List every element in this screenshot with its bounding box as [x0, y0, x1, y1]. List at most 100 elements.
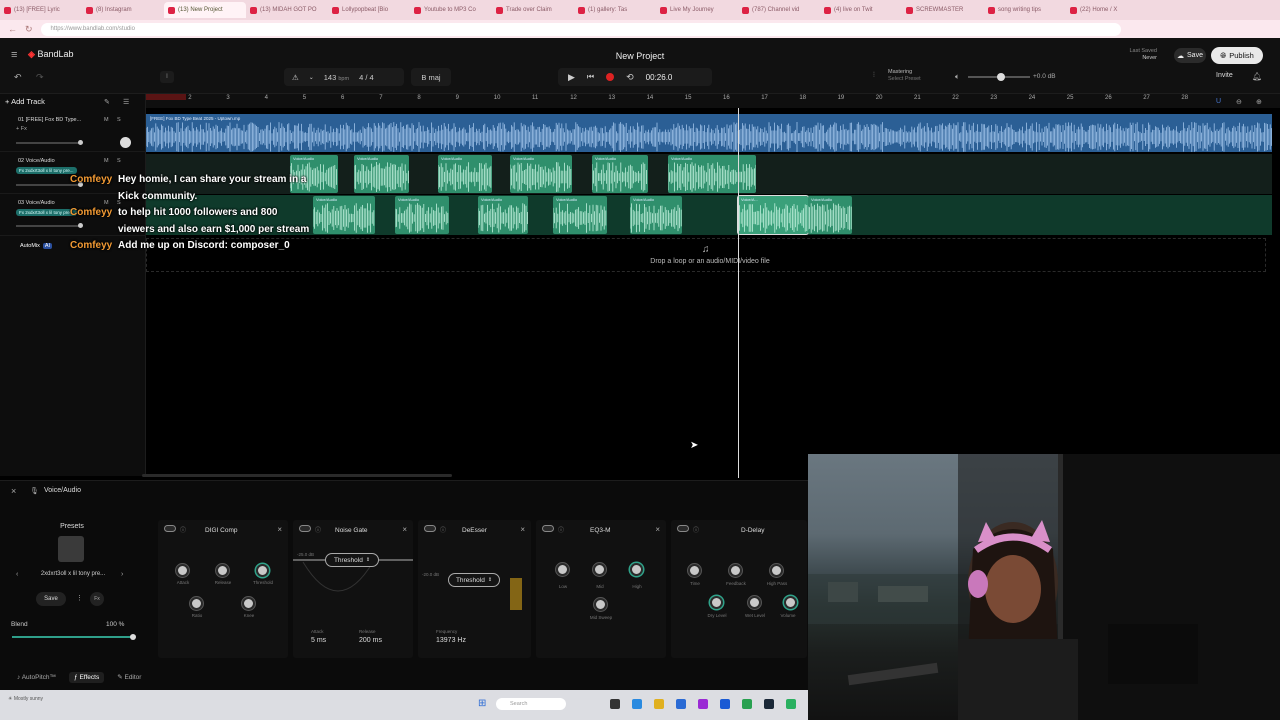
windows-start-icon[interactable]: ⊞	[478, 698, 486, 709]
preset-save-button[interactable]: Save	[36, 592, 66, 606]
browser-tab[interactable]: (13) [FREE] Lyric	[0, 2, 82, 18]
chevron-right-icon[interactable]: ›	[121, 571, 123, 578]
browser-tab[interactable]: Lollypopbeat [Bio	[328, 2, 410, 18]
info-icon[interactable]: ⓘ	[315, 525, 321, 534]
browser-tab[interactable]: (787) Channel vid	[738, 2, 820, 18]
threshold-pill[interactable]: Threshold ⇕	[325, 553, 379, 567]
time-knob[interactable]	[688, 564, 701, 577]
track-fx-badge[interactable]: Fx 2xdxrt3oll x lil tony pre...	[16, 167, 77, 174]
fx-toggle[interactable]	[299, 525, 311, 532]
file-explorer-icon[interactable]	[654, 699, 664, 709]
fx-toggle[interactable]	[677, 525, 689, 532]
track-fx-add[interactable]: + Fx	[16, 126, 27, 132]
horizontal-scrollbar[interactable]	[142, 474, 452, 477]
close-icon[interactable]: ×	[402, 525, 407, 534]
track-header-1[interactable]: 01 [FREE] Fox BD Type... + Fx M S	[0, 112, 146, 152]
browser-tab[interactable]: Live My Journey	[656, 2, 738, 18]
zoom-out-icon[interactable]: ⊖	[1236, 98, 1242, 106]
more-options-icon[interactable]: ⋮	[76, 594, 83, 602]
task-view-icon[interactable]	[610, 699, 620, 709]
app-icon[interactable]	[786, 699, 796, 709]
solo-button[interactable]: S	[117, 158, 121, 164]
steam-icon[interactable]	[764, 699, 774, 709]
fader-handle[interactable]	[78, 140, 83, 145]
close-icon[interactable]: ×	[277, 525, 282, 534]
frequency-value[interactable]: 13973 Hz	[436, 637, 466, 644]
undo-icon[interactable]: ↶	[14, 72, 22, 83]
save-button[interactable]: ☁ Save	[1174, 48, 1206, 63]
preset-fx-button[interactable]: Fx	[90, 592, 104, 606]
track-name[interactable]: 01 [FREE] Fox BD Type...	[18, 117, 81, 123]
mid-knob[interactable]	[593, 563, 606, 576]
ratio-knob[interactable]	[190, 597, 203, 610]
audio-clip[interactable]: Voice/Audio	[313, 196, 375, 234]
playhead[interactable]	[738, 108, 739, 478]
audio-clip[interactable]: Voice/Audio	[553, 196, 607, 234]
automix-toggle[interactable]: AutoMix AI	[20, 243, 53, 249]
tab-effects[interactable]: ƒ Effects	[69, 671, 105, 683]
bell-icon[interactable]: 🔔︎	[1252, 72, 1262, 81]
timeline-ruler[interactable]: 1234567891011121314151617181920212223242…	[146, 94, 1280, 108]
add-track-button[interactable]: + Add Track	[5, 97, 45, 106]
info-icon[interactable]: ⓘ	[558, 525, 564, 534]
release-value[interactable]: 200 ms	[359, 637, 382, 644]
metronome-icon[interactable]: ⚠︎	[292, 73, 299, 82]
track-fx-badge[interactable]: Fx 2xdxrt3oll x lil tony pre...	[16, 209, 77, 216]
edge-icon[interactable]	[632, 699, 642, 709]
browser-tab[interactable]: (13) MIDAH GOT PO	[246, 2, 328, 18]
attack-knob[interactable]	[176, 564, 189, 577]
taskbar-search[interactable]: Search	[496, 698, 566, 710]
browser-tab[interactable]: song writing tips	[984, 2, 1066, 18]
browser-tab[interactable]: (22) Home / X	[1066, 2, 1148, 18]
brand-logo[interactable]: ◈ BandLab	[28, 49, 73, 60]
filter-icon[interactable]: ☰	[123, 98, 129, 106]
master-volume-handle[interactable]	[997, 73, 1005, 81]
zoom-in-icon[interactable]: ⊕	[1256, 98, 1262, 106]
track-volume-slider[interactable]	[16, 140, 83, 145]
audio-clip[interactable]: Voice/Audio	[510, 155, 572, 193]
record-button[interactable]	[606, 73, 615, 81]
browser-tab[interactable]: (4) live on Twit	[820, 2, 902, 18]
wet-level-knob[interactable]	[748, 596, 761, 609]
track-name[interactable]: 03 Voice/Audio	[18, 200, 55, 206]
low-knob[interactable]	[556, 563, 569, 576]
info-icon[interactable]: ⓘ	[180, 525, 186, 534]
sliders-icon[interactable]: ⫶	[873, 72, 875, 80]
attack-value[interactable]: 5 ms	[311, 637, 326, 644]
volume-knob[interactable]	[784, 596, 797, 609]
time-signature[interactable]: 4 / 4	[359, 73, 374, 82]
loop-icon[interactable]: ⟲	[626, 72, 634, 83]
high-pass-knob[interactable]	[770, 564, 783, 577]
invite-button[interactable]: Invite	[1216, 72, 1233, 79]
magnet-icon[interactable]: U	[1216, 98, 1221, 105]
track-name[interactable]: 02 Voice/Audio	[18, 158, 55, 164]
fx-toggle[interactable]	[424, 525, 436, 532]
pencil-icon[interactable]: ✎	[104, 98, 110, 106]
browser-tab[interactable]: (1) gallery: Tas	[574, 2, 656, 18]
mute-button[interactable]: M	[104, 117, 109, 123]
mastering-preset[interactable]: Mastering Select Preset	[888, 69, 921, 83]
browser-tab[interactable]: (8) Instagram	[82, 2, 164, 18]
mid-sweep-knob[interactable]	[594, 598, 607, 611]
solo-button[interactable]: S	[117, 117, 121, 123]
audio-clip[interactable]: Voice/Audio	[354, 155, 409, 193]
browser-tab[interactable]: SCREWMASTER	[902, 2, 984, 18]
preset-name[interactable]: 2xdxrt3oll x lil tony pre...	[16, 571, 130, 577]
dry-level-knob[interactable]	[710, 596, 723, 609]
publish-button[interactable]: 🌐︎ Publish	[1211, 47, 1263, 64]
info-icon[interactable]: ⓘ	[440, 525, 446, 534]
blend-handle[interactable]	[130, 634, 136, 640]
pan-knob[interactable]	[120, 137, 131, 148]
audio-clip[interactable]: Voice/Audio	[438, 155, 492, 193]
browser-tab[interactable]: (13) New Project	[164, 2, 246, 18]
mixer-icon[interactable]: ⦀	[160, 71, 174, 83]
close-icon[interactable]: ×	[11, 486, 16, 496]
bpm-field[interactable]: 143 bpm	[324, 73, 349, 82]
audio-clip[interactable]: Voice/Audio	[630, 196, 682, 234]
info-icon[interactable]: ⓘ	[693, 525, 699, 534]
project-title[interactable]: New Project	[560, 51, 720, 61]
browser-tab[interactable]: Youtube to MP3 Co	[410, 2, 492, 18]
chrome-icon[interactable]	[742, 699, 752, 709]
audio-clip[interactable]: Voice/A...	[737, 195, 809, 235]
app-icon[interactable]	[698, 699, 708, 709]
